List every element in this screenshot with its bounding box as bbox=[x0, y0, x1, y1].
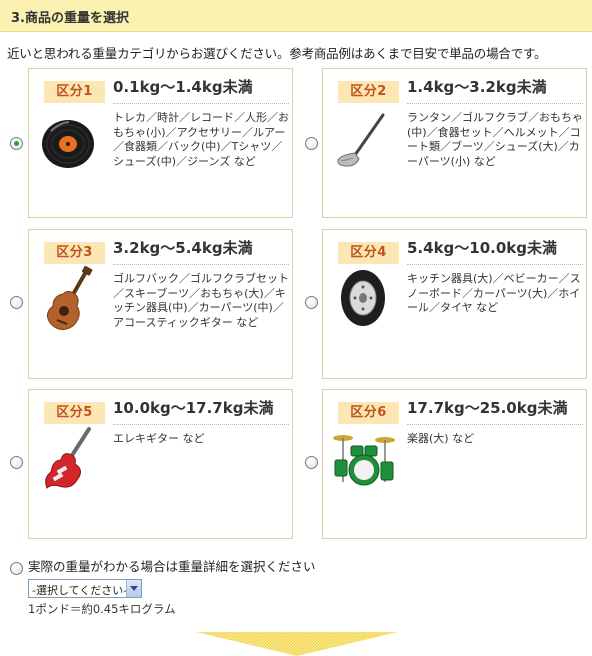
category-3-card[interactable]: 区分3 3.2kg〜5.4kg未満 ゴルフバック／ゴルフクラブセット／スキーブー… bbox=[28, 229, 293, 379]
pound-conversion-note: 1ポンド＝約0.45キログラム bbox=[28, 602, 176, 616]
weight-detail-radio[interactable] bbox=[10, 562, 23, 575]
chevron-down-icon[interactable] bbox=[126, 580, 141, 597]
category-5-badge: 区分5 bbox=[44, 402, 105, 424]
section-title: 3.商品の重量を選択 bbox=[0, 0, 592, 32]
category-5-weight: 10.0kg〜17.7kg未満 bbox=[113, 397, 289, 425]
category-6-items: 楽器(大) など bbox=[407, 432, 475, 445]
drum-kit-icon bbox=[333, 435, 395, 486]
intro-text: 近いと思われる重量カテゴリからお選びください。参考商品例はあくまで目安で単品の場… bbox=[7, 46, 547, 61]
weight-detail-select-value: -選択してください- bbox=[32, 584, 128, 597]
category-5-items: エレキギター など bbox=[113, 432, 205, 445]
category-4-items: キッチン器具(大)／ベビーカー／スノーボード／カーパーツ(大)／ホイール／タイヤ… bbox=[407, 272, 581, 314]
category-1-badge: 区分1 bbox=[44, 81, 105, 103]
record-icon bbox=[42, 120, 94, 168]
category-1-card[interactable]: 区分1 0.1kg〜1.4kg未満 トレカ／時計／レコード／人形／おもちゃ(小)… bbox=[28, 68, 293, 218]
tire-icon bbox=[341, 270, 385, 326]
category-3-badge: 区分3 bbox=[44, 242, 105, 264]
category-3-radio[interactable] bbox=[10, 296, 23, 309]
category-5-radio[interactable] bbox=[10, 456, 23, 469]
category-6-badge: 区分6 bbox=[338, 402, 399, 424]
category-2-card[interactable]: 区分2 1.4kg〜3.2kg未満 ランタン／ゴルフクラブ／おもちゃ(中)／食器… bbox=[322, 68, 587, 218]
weight-detail-select[interactable]: -選択してください- bbox=[28, 579, 142, 598]
electric-guitar-icon bbox=[45, 427, 91, 489]
category-2-radio[interactable] bbox=[305, 137, 318, 150]
acoustic-guitar-icon bbox=[47, 266, 93, 330]
category-5-card[interactable]: 区分5 10.0kg〜17.7kg未満 エレキギター など bbox=[28, 389, 293, 539]
category-6-radio[interactable] bbox=[305, 456, 318, 469]
arrow-down-icon bbox=[196, 632, 398, 656]
category-6-card[interactable]: 区分6 17.7kg〜25.0kg未満 楽器(大) など bbox=[322, 389, 587, 539]
category-2-weight: 1.4kg〜3.2kg未満 bbox=[407, 76, 583, 104]
category-1-radio[interactable] bbox=[10, 137, 23, 150]
category-1-weight: 0.1kg〜1.4kg未満 bbox=[113, 76, 289, 104]
category-2-items: ランタン／ゴルフクラブ／おもちゃ(中)／食器セット／ヘルメット／コート類／ブーツ… bbox=[407, 111, 583, 168]
category-6-weight: 17.7kg〜25.0kg未満 bbox=[407, 397, 583, 425]
category-3-items: ゴルフバック／ゴルフクラブセット／スキーブーツ／おもちゃ(大)／キッチン器具(中… bbox=[113, 272, 289, 329]
golf-club-icon bbox=[337, 113, 385, 167]
category-4-card[interactable]: 区分4 5.4kg〜10.0kg未満 キッチン器具(大)／ベビーカー／スノーボー… bbox=[322, 229, 587, 379]
category-1-items: トレカ／時計／レコード／人形／おもちゃ(小)／アクセサリー／ルアー／食器類／バッ… bbox=[113, 111, 289, 168]
category-3-weight: 3.2kg〜5.4kg未満 bbox=[113, 237, 289, 265]
category-4-badge: 区分4 bbox=[338, 242, 399, 264]
category-2-badge: 区分2 bbox=[338, 81, 399, 103]
weight-detail-label: 実際の重量がわかる場合は重量詳細を選択ください bbox=[28, 559, 316, 574]
category-4-weight: 5.4kg〜10.0kg未満 bbox=[407, 237, 583, 265]
category-4-radio[interactable] bbox=[305, 296, 318, 309]
